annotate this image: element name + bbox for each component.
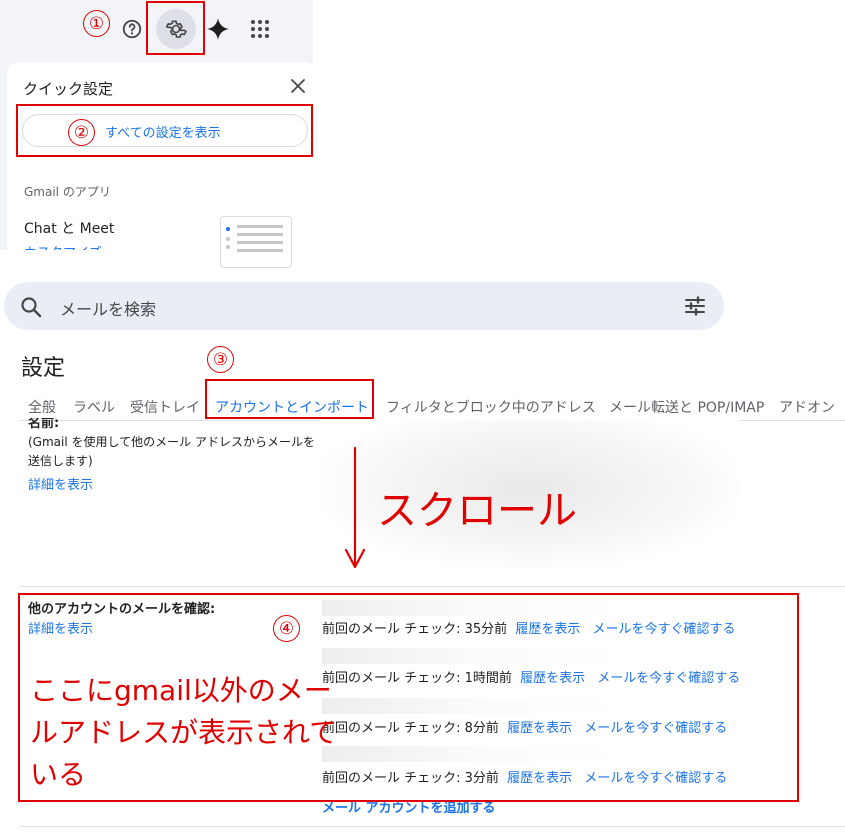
tab-forwarding-pop-imap[interactable]: メール転送と POP/IMAP — [609, 397, 764, 417]
step-4-marker: ④ — [273, 615, 300, 642]
layout-preview-thumbnail[interactable] — [220, 216, 292, 268]
accounts-tab-highlight-box — [205, 379, 374, 419]
search-filter-icon[interactable] — [684, 295, 706, 321]
step-2-marker: ② — [68, 119, 95, 146]
step-3-marker: ③ — [207, 346, 234, 373]
tab-addons[interactable]: アドオン — [779, 397, 835, 417]
search-icon[interactable] — [20, 296, 42, 322]
chat-meet-label: Chat と Meet — [24, 221, 115, 237]
page-title: 設定 — [21, 356, 66, 381]
close-icon[interactable] — [289, 77, 311, 99]
quick-settings-title: クイック設定 — [23, 80, 114, 98]
customize-link[interactable]: カスタマイズ — [24, 242, 102, 250]
gear-highlight-box — [146, 1, 205, 55]
name-label-text: 名前: — [28, 418, 60, 430]
name-description: (Gmail を使用して他のメール アドレスからメールを送信します) — [28, 435, 315, 468]
bottom-divider — [20, 826, 845, 827]
step-1-marker: ① — [83, 10, 110, 37]
tab-general[interactable]: 全般 — [28, 397, 56, 417]
name-label: 名前: — [28, 418, 228, 430]
all-settings-highlight-box — [16, 104, 313, 157]
apps-heading: Gmail のアプリ — [24, 185, 111, 199]
annotation-note: ここにgmail以外のメールアドレスが表示されている — [30, 674, 338, 791]
scroll-arrow — [344, 446, 366, 574]
tab-labels[interactable]: ラベル — [73, 397, 115, 417]
apps-grid-icon[interactable] — [240, 9, 280, 49]
tab-filters[interactable]: フィルタとブロック中のアドレス — [386, 397, 596, 417]
search-input[interactable]: メールを検索 — [60, 296, 156, 320]
row-divider — [20, 586, 845, 587]
details-link[interactable]: 詳細を表示 — [28, 474, 93, 493]
tab-inbox[interactable]: 受信トレイ — [130, 397, 200, 417]
scroll-label: スクロール — [377, 488, 577, 534]
